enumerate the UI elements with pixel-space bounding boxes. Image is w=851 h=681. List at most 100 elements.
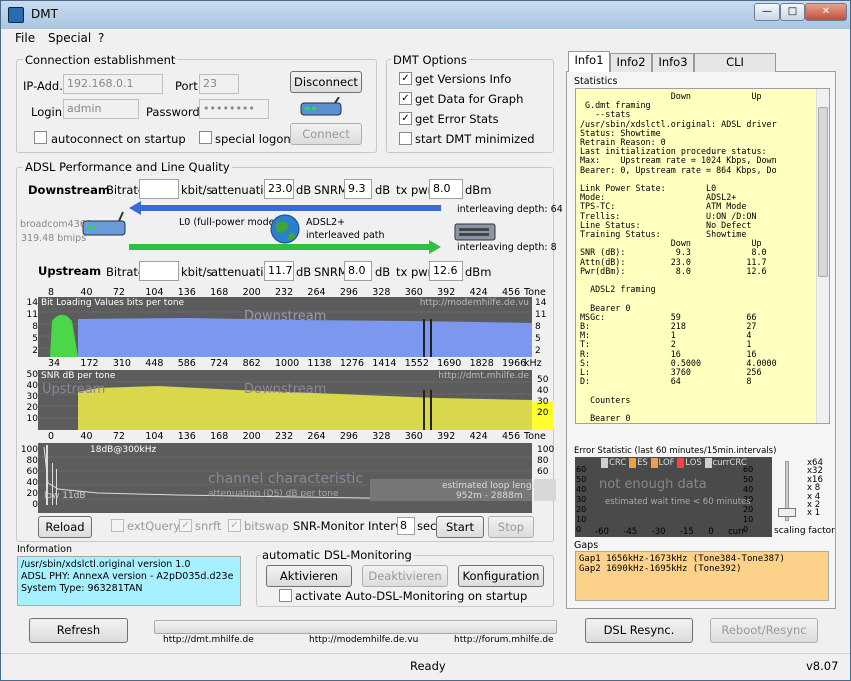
maximize-button[interactable]: □	[780, 3, 805, 21]
window-title: DMT	[31, 7, 58, 21]
axis-tick: 456	[502, 431, 521, 442]
extquery-label: extQuery	[127, 519, 181, 533]
start-button[interactable]: Start	[436, 516, 484, 538]
us-attenuation-field[interactable]: 11.7	[264, 261, 294, 281]
snr-ytick: 40	[26, 381, 38, 391]
snr-y-axis-right: 50 40 30 20	[537, 375, 553, 430]
us-att-unit: dB	[296, 265, 312, 279]
snr-bottom-axis: 0 40 72 104 136 168 200 232 264 296 328 360 392 424 45…	[38, 431, 558, 442]
password-field[interactable]: ••••••••	[199, 99, 269, 119]
err-xtick: 0	[708, 527, 714, 537]
tab-cli[interactable]: CLI	[694, 53, 776, 72]
axis-tick: 360	[404, 431, 423, 442]
ip-address-field[interactable]: 192.168.0.1	[63, 74, 163, 94]
err-xtick: -60	[595, 527, 609, 537]
minimize-button[interactable]: —	[754, 3, 780, 21]
err-ytick: 20	[576, 505, 587, 514]
app-icon	[8, 7, 24, 23]
bitload-y-axis: 14 11 8 5 2	[20, 297, 38, 357]
activate-button[interactable]: Aktivieren	[266, 565, 352, 587]
channel-ytick: 60	[26, 467, 38, 477]
modem-icon	[300, 97, 342, 116]
err-xtick: -45	[623, 527, 638, 537]
opt-versions-label: get Versions Info	[415, 72, 512, 86]
opt-errors-checkbox[interactable]: ✓	[399, 112, 412, 125]
bitswap-checkbox[interactable]: ✓	[228, 519, 241, 532]
port-field[interactable]: 23	[199, 74, 239, 94]
autoconnect-checkbox[interactable]	[34, 131, 47, 144]
ds-attenuation-field[interactable]: 23.0	[264, 179, 294, 199]
tab-info3[interactable]: Info3	[652, 53, 694, 72]
err-rtick: 50	[743, 475, 754, 484]
err-rtick: 10	[743, 515, 754, 524]
deactivate-button[interactable]: Deaktivieren	[362, 565, 448, 587]
ds-txpwr-field[interactable]: 8.0	[429, 179, 463, 199]
channel-rtick: 100	[537, 445, 555, 455]
menu-file[interactable]: File	[15, 31, 35, 45]
tab-info1[interactable]: Info1	[568, 51, 610, 72]
ip-label: IP-Add.	[23, 79, 63, 93]
axis-tick: 448	[145, 358, 164, 369]
err-rtick: 40	[743, 485, 754, 494]
interleave-down-label: interleaving depth: 64	[457, 204, 563, 215]
info-line: ADSL PHY: AnnexA version - A2pD035d.d23e	[21, 571, 234, 582]
scale-tick: x 1	[807, 508, 821, 519]
disconnect-button[interactable]: Disconnect	[290, 71, 362, 93]
us-bitrate-field[interactable]	[139, 261, 179, 281]
snr-ytick: 50	[26, 370, 38, 380]
err-ytick: 0	[576, 525, 582, 534]
axis-tick: 424	[469, 431, 488, 442]
opt-graph-checkbox[interactable]: ✓	[399, 92, 412, 105]
adsl-mode-label: ADSL2+	[306, 217, 346, 228]
refresh-button[interactable]: Refresh	[29, 618, 128, 643]
scroll-thumb[interactable]	[818, 107, 828, 277]
err-rtick: 60	[743, 465, 754, 474]
axis-tick: 586	[177, 358, 196, 369]
opt-versions-checkbox[interactable]: ✓	[399, 72, 412, 85]
dsl-resync-button[interactable]: DSL Resync.	[585, 618, 693, 643]
snrft-checkbox[interactable]: ✓	[179, 519, 192, 532]
snr-rtick: 40	[537, 386, 549, 396]
modem-device-icon	[82, 211, 126, 236]
snr-interval-field[interactable]: 8	[397, 517, 415, 535]
link-modemhilfe[interactable]: http://modemhilfe.de.vu	[309, 635, 418, 645]
bitload-rtick: 8	[535, 322, 541, 332]
dmt-options-title: DMT Options	[391, 53, 469, 67]
link-dmt[interactable]: http://dmt.mhilfe.de	[163, 635, 254, 645]
special-logon-checkbox[interactable]	[199, 131, 212, 144]
ds-att-unit: dB	[296, 183, 312, 197]
legend-crc: CRC	[601, 458, 627, 468]
close-button[interactable]: ✕	[805, 3, 847, 21]
axis-tick: 310	[112, 358, 131, 369]
reload-button[interactable]: Reload	[38, 516, 92, 538]
error-stat-title: Error Statistic (last 60 minutes/15min.i…	[574, 446, 777, 456]
bitload-ytick: 2	[32, 346, 38, 356]
configuration-button[interactable]: Konfiguration	[458, 565, 544, 587]
channel-rtick: 60	[537, 467, 549, 477]
us-snrm-field[interactable]: 8.0	[344, 261, 372, 281]
ds-snrm-field[interactable]: 9.3	[344, 179, 372, 199]
extquery-checkbox[interactable]	[111, 519, 124, 532]
connect-button[interactable]: Connect	[290, 123, 362, 145]
title-bar: DMT — □ ✕	[1, 1, 850, 29]
login-field[interactable]: admin	[63, 99, 139, 119]
opt-minimized-checkbox[interactable]	[399, 132, 412, 145]
menu-help[interactable]: ?	[98, 31, 104, 45]
scaling-label: scaling factor	[774, 526, 835, 536]
menu-special[interactable]: Special	[48, 31, 91, 45]
tab-info2[interactable]: Info2	[610, 53, 652, 72]
us-txpwr-field[interactable]: 12.6	[429, 261, 463, 281]
axis-tick: 1138	[307, 358, 332, 369]
statistics-scrollbar[interactable]	[816, 89, 829, 423]
link-forum[interactable]: http://forum.mhilfe.de	[454, 635, 554, 645]
scaling-slider-thumb[interactable]	[778, 508, 796, 517]
stop-button[interactable]: Stop	[488, 516, 534, 538]
auto-startup-checkbox[interactable]	[279, 589, 292, 602]
axis-tick: 232	[275, 431, 294, 442]
ds-snrm-label: SNRM	[314, 183, 348, 197]
snr-rtick: 30	[537, 397, 549, 407]
ds-bitrate-field[interactable]	[139, 179, 179, 199]
not-enough-data: not enough data	[599, 477, 707, 492]
bitswap-label: bitswap	[244, 519, 289, 533]
reboot-resync-button[interactable]: Reboot/Resync	[710, 618, 818, 643]
